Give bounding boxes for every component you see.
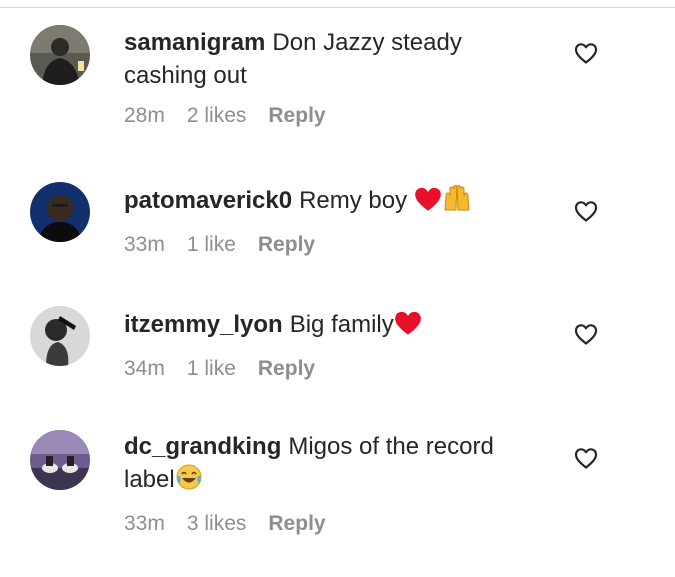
comment-message: Big family [289,311,394,338]
like-heart-icon[interactable] [574,42,598,64]
comment-text: itzemmy_lyon Big family [124,308,544,345]
comment-likes[interactable]: 1 like [187,233,236,257]
tears-of-joy-emoji [175,463,203,500]
comment-text: samanigram Don Jazzy steady cashing out [124,26,544,92]
comment-time: 28m [124,104,165,127]
red-heart-emoji [414,186,442,221]
avatar[interactable] [30,430,90,490]
comment-meta: 33m 3 likes Reply [124,512,544,536]
avatar[interactable] [30,25,90,85]
comment-message: Remy boy [299,187,414,214]
comment-username[interactable]: samanigram [124,29,265,56]
comment-text: dc_grandking Migos of the record label [124,430,544,500]
user-photo-icon [30,430,90,490]
red-heart-emoji [394,310,422,345]
comment-meta: 34m 1 like Reply [124,357,544,381]
comment-time: 34m [124,357,165,380]
comment-likes[interactable]: 1 like [187,357,236,381]
raising-hands-emoji [442,181,472,221]
comment-likes[interactable]: 2 likes [187,104,247,128]
user-photo-icon [30,25,90,85]
avatar[interactable] [30,182,90,242]
top-divider [0,0,675,8]
user-photo-icon [30,182,90,242]
user-photo-icon [30,306,90,366]
comment-meta: 28m 2 likes Reply [124,104,544,128]
reply-button[interactable]: Reply [258,233,315,257]
reply-button[interactable]: Reply [258,357,315,381]
comment-username[interactable]: itzemmy_lyon [124,311,283,338]
comment-time: 33m [124,512,165,535]
comment-likes[interactable]: 3 likes [187,512,247,536]
comment-text: patomaverick0 Remy boy [124,181,544,221]
like-heart-icon[interactable] [574,447,598,469]
reply-button[interactable]: Reply [268,512,325,536]
like-heart-icon[interactable] [574,200,598,222]
comment-username[interactable]: patomaverick0 [124,187,292,214]
comment-time: 33m [124,233,165,256]
comment-username[interactable]: dc_grandking [124,433,281,460]
avatar[interactable] [30,306,90,366]
reply-button[interactable]: Reply [268,104,325,128]
comment-meta: 33m 1 like Reply [124,233,544,257]
like-heart-icon[interactable] [574,323,598,345]
